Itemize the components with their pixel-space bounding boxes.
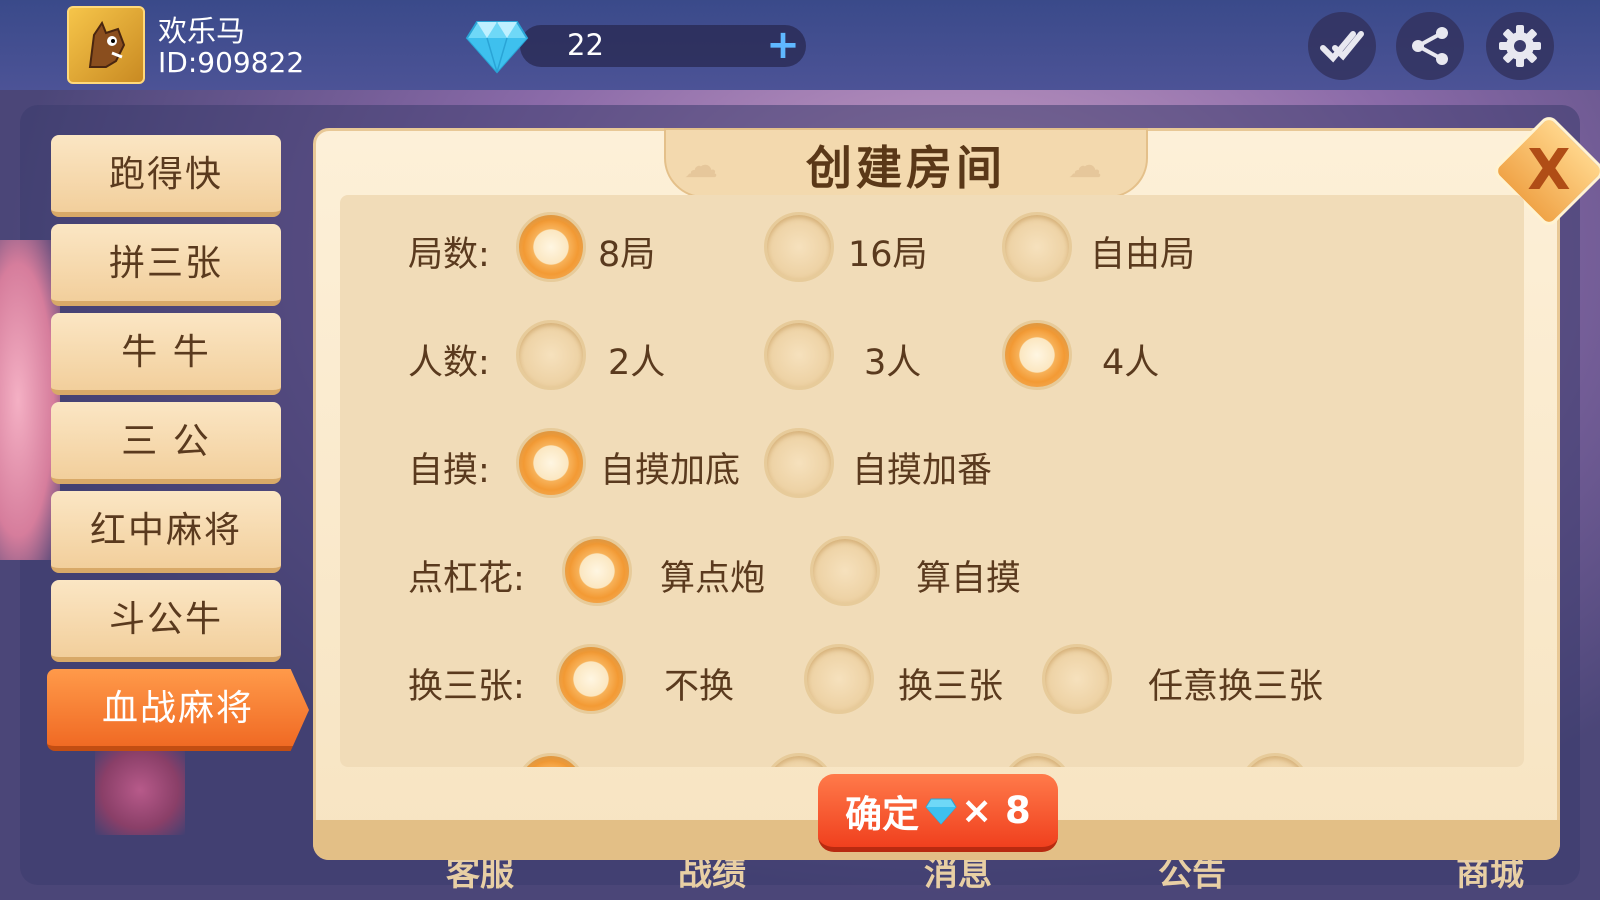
zimo-radio-jiafan[interactable] (764, 428, 834, 498)
hidden-row-radio[interactable] (1002, 753, 1072, 767)
diamond-icon (925, 798, 957, 825)
horse-avatar-icon (88, 20, 126, 68)
zimo-radio-jiadi[interactable] (516, 428, 586, 498)
gem-balance-bar (520, 25, 806, 67)
players-radio-2[interactable] (516, 320, 586, 390)
players-option-3[interactable]: 3人 (864, 334, 921, 385)
avatar[interactable] (67, 6, 145, 84)
dialog-title: 创建房间 (806, 141, 1006, 195)
settings-button[interactable] (1486, 12, 1554, 80)
rounds-label: 局数: (408, 235, 490, 275)
confirm-label: 确定 (845, 792, 920, 836)
confirm-button[interactable]: 确定 × 8 (818, 774, 1058, 852)
swap-radio-three[interactable] (804, 644, 874, 714)
swap-three-label: 换三张: (408, 667, 525, 707)
menu-dougongniu[interactable]: 斗公牛 (51, 580, 281, 662)
players-option-4[interactable]: 4人 (1102, 334, 1159, 385)
confirm-cost: × 8 (961, 789, 1031, 832)
gear-icon (1499, 25, 1541, 67)
add-gems-button[interactable]: + (765, 25, 801, 65)
zimo-option-jiafan[interactable]: 自摸加番 (852, 442, 992, 493)
character-legs-art (95, 745, 185, 835)
zimo-label: 自摸: (408, 451, 490, 491)
rounds-option-8[interactable]: 8局 (598, 226, 655, 277)
zimo-option-jiadi[interactable]: 自摸加底 (600, 442, 740, 493)
players-radio-3[interactable] (764, 320, 834, 390)
rounds-radio-free[interactable] (1002, 212, 1072, 282)
swap-option-three[interactable]: 换三张 (898, 658, 1003, 709)
dianganghua-radio-zimo[interactable] (810, 536, 880, 606)
double-check-icon (1320, 31, 1364, 63)
rounds-radio-8[interactable] (516, 212, 586, 282)
rounds-option-free[interactable]: 自由局 (1090, 226, 1195, 277)
scroll-hint-row (340, 745, 1524, 767)
swap-radio-none[interactable] (556, 644, 626, 714)
swap-option-none[interactable]: 不换 (664, 658, 734, 709)
dianganghua-option-zimo[interactable]: 算自摸 (916, 550, 1021, 601)
checkin-button[interactable] (1308, 12, 1376, 80)
username: 欢乐马 (158, 14, 246, 48)
gem-count: 22 (567, 28, 604, 62)
diamond-icon (465, 21, 529, 74)
swap-radio-any[interactable] (1042, 644, 1112, 714)
dianganghua-radio-dianpao[interactable] (562, 536, 632, 606)
menu-niuniu[interactable]: 牛 牛 (51, 313, 281, 395)
players-label: 人数: (408, 343, 490, 383)
share-icon (1412, 27, 1448, 65)
players-option-2[interactable]: 2人 (608, 334, 665, 385)
hidden-row-radio[interactable] (1240, 753, 1310, 767)
rounds-option-16[interactable]: 16局 (848, 226, 928, 277)
hidden-row-radio[interactable] (764, 753, 834, 767)
menu-paodekuai[interactable]: 跑得快 (51, 135, 281, 217)
user-id: ID:909822 (158, 46, 305, 79)
top-bar: 欢乐马 ID:909822 22 + (0, 0, 1600, 90)
menu-xuezhan-mahjong[interactable]: 血战麻将 (47, 669, 309, 751)
players-radio-4[interactable] (1002, 320, 1072, 390)
menu-sangong[interactable]: 三 公 (51, 402, 281, 484)
dianganghua-label: 点杠花: (408, 559, 525, 599)
menu-pinsanzhang[interactable]: 拼三张 (51, 224, 281, 306)
dianganghua-option-dianpao[interactable]: 算点炮 (660, 550, 765, 601)
share-button[interactable] (1396, 12, 1464, 80)
swap-option-any[interactable]: 任意换三张 (1148, 658, 1323, 709)
hidden-row-radio[interactable] (516, 753, 586, 767)
rounds-radio-16[interactable] (764, 212, 834, 282)
menu-hongzhong-mahjong[interactable]: 红中麻将 (51, 491, 281, 573)
